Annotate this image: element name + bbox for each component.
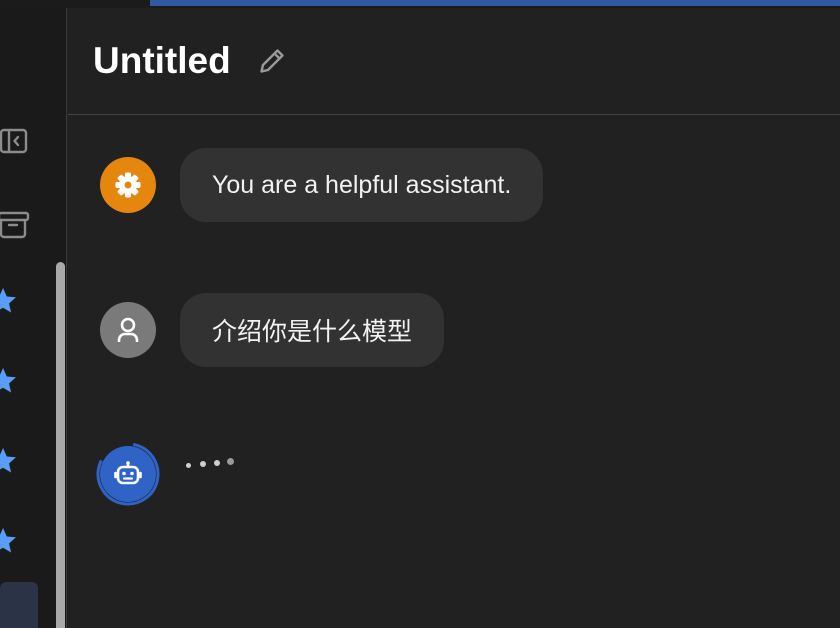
- page-title: Untitled: [93, 40, 231, 81]
- person-icon: [117, 317, 139, 342]
- typing-dot: [214, 460, 220, 466]
- sidebar-selected-item[interactable]: [0, 582, 38, 628]
- sidebar: [0, 8, 67, 628]
- archive-icon[interactable]: [0, 210, 30, 240]
- typing-dot: [186, 463, 191, 468]
- window-top-accent: [150, 0, 840, 6]
- chat-header: Untitled: [68, 8, 840, 115]
- star-icon[interactable]: [0, 446, 18, 476]
- edit-title-icon[interactable]: [257, 46, 287, 76]
- message-bubble: You are a helpful assistant.: [180, 148, 544, 222]
- star-icon[interactable]: [0, 286, 18, 316]
- typing-dot: [227, 458, 234, 465]
- typing-indicator: [186, 458, 246, 472]
- assistant-avatar: [100, 446, 156, 502]
- sidebar-collapse-icon[interactable]: [0, 126, 30, 156]
- sidebar-scrollbar[interactable]: [56, 262, 65, 628]
- message-bubble: 介绍你是什么模型: [180, 293, 445, 367]
- system-avatar: [100, 157, 156, 213]
- star-icon[interactable]: [0, 366, 18, 396]
- star-icon[interactable]: [0, 526, 18, 556]
- user-avatar: [100, 302, 156, 358]
- window-top-bar: [0, 0, 840, 8]
- robot-icon: [114, 461, 142, 485]
- typing-dot: [200, 461, 206, 467]
- gear-icon: [115, 172, 141, 198]
